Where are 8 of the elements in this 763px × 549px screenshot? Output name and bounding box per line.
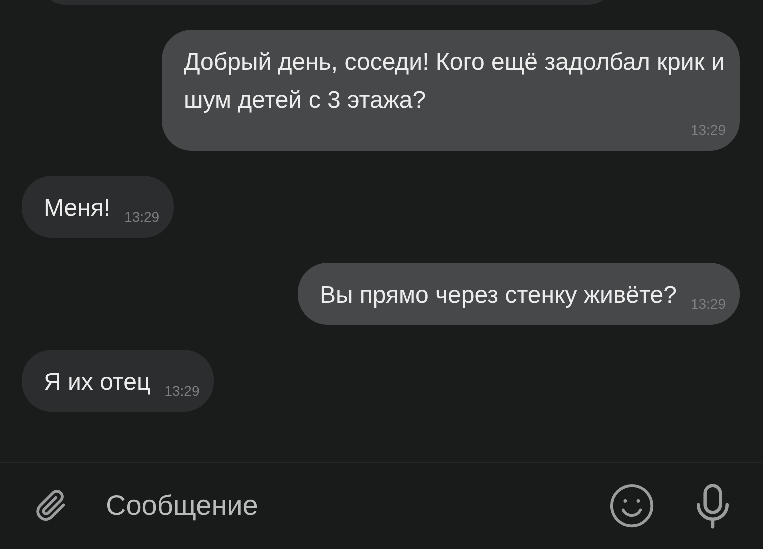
message-input[interactable]: Сообщение: [106, 485, 609, 527]
message-text: Вы прямо через стенку живёте?: [320, 281, 677, 311]
message-text: Я их отец: [44, 368, 151, 398]
message-text: Добрый день, соседи! Кого ещё задолбал крик и шум детей с 3 этажа?: [184, 48, 726, 116]
message-time: 13:29: [124, 208, 160, 227]
emoji-icon[interactable]: [609, 483, 655, 529]
message-text: Меня!: [44, 194, 111, 224]
message-time: 13:29: [164, 382, 200, 401]
